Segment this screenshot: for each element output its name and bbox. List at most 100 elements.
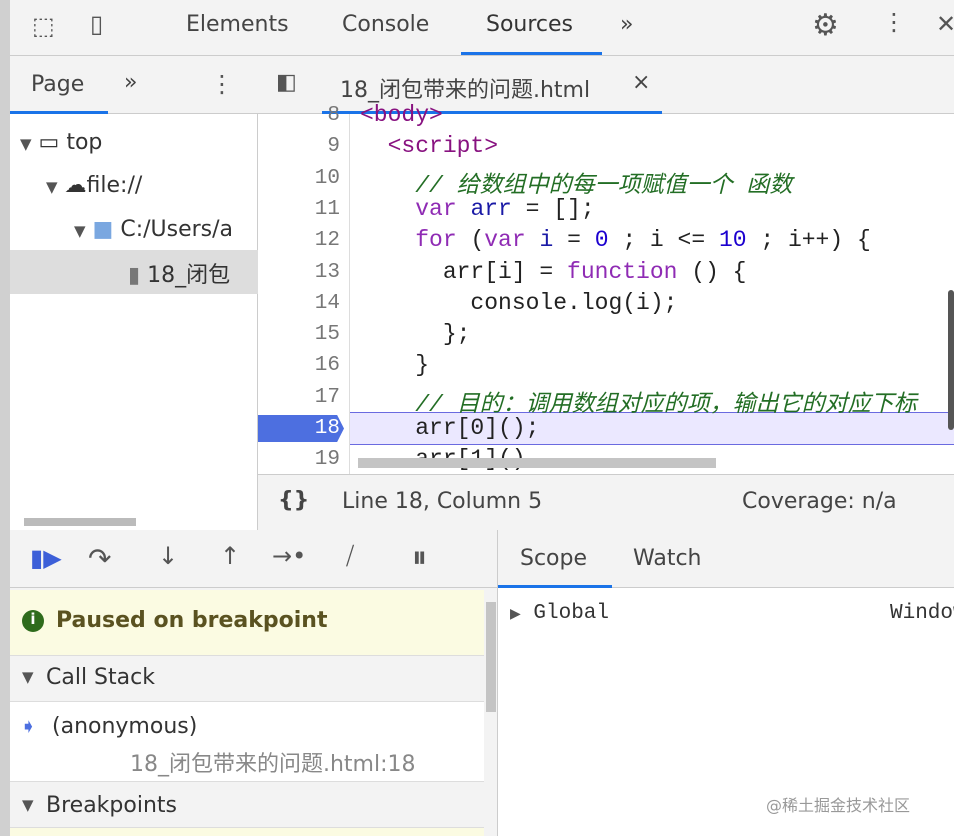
inspect-element-icon[interactable]: ⬚ (32, 12, 55, 40)
code-line: // 目的：调用数组对应的项，输出它的对应下标 (360, 384, 917, 418)
deactivate-breakpoints-icon[interactable]: ⧸ (346, 542, 354, 570)
tree-label: file:// (86, 173, 143, 198)
code-token: var (415, 195, 471, 222)
debugger-sidebar: ▮▶ ↷ ↓ ↑ →• ⧸ ⏸ i Paused on breakpoint ▼… (10, 530, 498, 836)
coverage-status: Coverage: n/a (742, 489, 897, 514)
tree-item-top[interactable]: ▼ ▭ top (20, 130, 102, 155)
call-stack-header[interactable]: ▼ Call Stack (10, 656, 484, 702)
code-editor: ◧ 18_闭包带来的问题.html × 8 <body> 9 <script> 10 … (258, 56, 954, 530)
editor-status-bar: {} Line 18, Column 5 Coverage: n/a (258, 474, 954, 530)
line-number[interactable]: 19 (315, 448, 340, 471)
tree-item-file-selected[interactable]: ▮ 18_闭包 (10, 250, 258, 294)
more-options-icon[interactable]: ⋮ (210, 70, 234, 98)
code-token: = (553, 227, 595, 254)
info-icon: i (22, 610, 44, 632)
code-token: function (567, 258, 678, 285)
code-token: arr[0] (415, 415, 499, 441)
close-icon[interactable]: ✕ (936, 10, 954, 38)
more-tabs-button[interactable]: » (124, 70, 137, 95)
more-options-icon[interactable]: ⋮ (882, 8, 906, 36)
line-number[interactable]: 18 (315, 417, 340, 440)
code-token: // 目的：调用数组对应的项，输出它的对应下标 (415, 391, 917, 418)
code-token: ( (456, 227, 485, 254)
tab-watch[interactable]: Watch (633, 546, 702, 571)
tree-item-folder[interactable]: ▼ ■ C:/Users/a (74, 217, 233, 242)
tab-console[interactable]: Console (342, 12, 429, 37)
breakpoints-header[interactable]: ▼ Breakpoints (10, 784, 484, 828)
pretty-print-button[interactable]: {} (278, 488, 309, 513)
line-number[interactable]: 10 (315, 167, 340, 190)
window-edge (0, 0, 10, 836)
step-into-icon[interactable]: ↓ (158, 542, 178, 570)
code-line: <body> (360, 102, 443, 128)
scope-global[interactable]: ▶ Global Window (510, 602, 954, 625)
more-tabs-button[interactable]: » (620, 12, 633, 37)
tree-label: top (66, 130, 103, 155)
code-token: ; i <= (608, 227, 719, 254)
pause-on-exceptions-icon[interactable]: ⏸ (412, 540, 427, 575)
call-frame[interactable]: ➧ (anonymous) 18_闭包带来的问题.html:18 (10, 702, 484, 782)
tree-label: 18_闭包 (147, 263, 231, 288)
tab-elements[interactable]: Elements (186, 12, 289, 37)
line-number[interactable]: 15 (315, 323, 340, 346)
section-title: Breakpoints (46, 793, 177, 818)
code-line: var arr = []; (360, 195, 595, 222)
scope-panel: Scope Watch ▶ Global Window @稀土掘金技术社区 (498, 530, 954, 836)
code-line: arr[0](); (360, 415, 539, 441)
frame-location[interactable]: 18_闭包带来的问题.html:18 (130, 746, 416, 778)
step-out-icon[interactable]: ↑ (220, 542, 240, 570)
code-token: <script> (387, 133, 499, 160)
file-icon: ▮ (128, 263, 141, 288)
code-line: for (var i = 0 ; i <= 10 ; i++) { (360, 227, 871, 253)
paused-message: Paused on breakpoint (56, 608, 328, 633)
line-number[interactable]: 13 (315, 261, 340, 284)
code-token: 0 (594, 227, 609, 254)
line-number[interactable]: 12 (315, 229, 340, 252)
code-token: i (539, 227, 554, 254)
line-number[interactable]: 8 (327, 104, 340, 127)
gear-icon[interactable]: ⚙ (812, 8, 839, 43)
device-toolbar-icon[interactable]: ▯ (90, 10, 103, 38)
navigator-header: Page » ⋮ (10, 56, 258, 114)
vertical-scrollbar[interactable] (948, 290, 954, 430)
active-tab-indicator (498, 585, 612, 588)
active-tab-indicator (461, 52, 602, 55)
paused-banner: i Paused on breakpoint (10, 590, 484, 656)
line-number[interactable]: 14 (315, 292, 340, 315)
code-line: } (360, 352, 429, 378)
code-token: // 给数组中的每一项赋值一个 函数 (415, 172, 793, 199)
line-number[interactable]: 17 (315, 386, 340, 409)
code-token: = []; (511, 195, 595, 222)
line-number[interactable]: 16 (315, 354, 340, 377)
step-icon[interactable]: →• (272, 542, 306, 570)
tree-item-file[interactable]: ▼ ☁file:// (46, 173, 142, 198)
resume-icon[interactable]: ▮▶ (30, 544, 62, 572)
tab-scope[interactable]: Scope (520, 546, 587, 571)
code-token: }; (360, 321, 471, 348)
line-number[interactable]: 11 (315, 198, 340, 221)
horizontal-scrollbar[interactable] (358, 458, 716, 468)
scope-name: Global (533, 602, 610, 625)
code-token: } (360, 352, 430, 379)
code-token: <body> (360, 102, 443, 128)
scope-value: Window (890, 602, 954, 625)
horizontal-scrollbar[interactable] (24, 518, 136, 526)
frame-name: (anonymous) (52, 714, 198, 739)
code-token: console.log(i); (360, 289, 678, 316)
vertical-scrollbar[interactable] (486, 602, 496, 712)
folder-icon: ■ (92, 217, 114, 242)
tab-sources[interactable]: Sources (486, 12, 573, 37)
debugger-toolbar: ▮▶ ↷ ↓ ↑ →• ⧸ ⏸ (10, 530, 498, 588)
tab-page[interactable]: Page (31, 72, 84, 97)
code-token: for (415, 227, 457, 254)
code-token: () { (677, 258, 747, 285)
line-number[interactable]: 9 (327, 135, 340, 158)
scope-tabs: Scope Watch (498, 530, 954, 588)
code-token: ; i++) { (746, 227, 871, 254)
step-over-icon[interactable]: ↷ (88, 542, 111, 575)
code-lines: 8 <body> 9 <script> 10 // 给数组中的每一项赋值一个 函数 11… (258, 56, 954, 474)
